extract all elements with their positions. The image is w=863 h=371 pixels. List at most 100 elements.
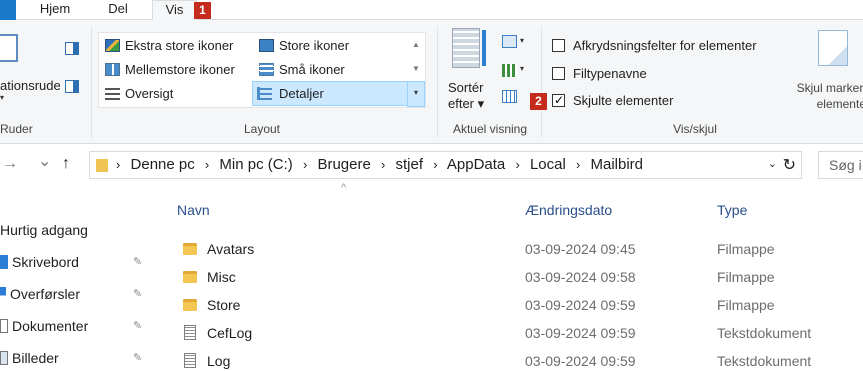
table-row[interactable]: Log 03-09-2024 09:59 Tekstdokument	[155, 351, 863, 371]
layout-item-label: Små ikoner	[279, 62, 345, 77]
file-extensions-option[interactable]: Filtypenavne	[552, 66, 647, 84]
search-input[interactable]: Søg i	[818, 151, 863, 179]
hidden-items-checkbox[interactable]	[552, 92, 565, 108]
pin-icon[interactable]: ✎	[133, 255, 142, 268]
layout-small-icons[interactable]: Små ikoner	[255, 59, 407, 81]
file-tab[interactable]	[0, 0, 16, 20]
pin-icon[interactable]: ✎	[133, 287, 142, 300]
refresh-icon[interactable]: ↻	[783, 155, 796, 175]
gallery-scroll-down-icon[interactable]: ▼	[407, 57, 425, 81]
breadcrumb-item[interactable]: Local	[530, 156, 566, 173]
navigation-pane: Hurtig adgang Skrivebord ✎ Overførsler ✎…	[0, 185, 155, 371]
layout-extra-large-icons[interactable]: Ekstra store ikoner	[101, 35, 251, 57]
layout-item-label: Mellemstore ikoner	[125, 62, 235, 77]
file-date: 03-09-2024 09:59	[525, 325, 636, 341]
file-type: Tekstdokument	[717, 325, 812, 341]
breadcrumb-item[interactable]: Denne pc	[131, 156, 195, 173]
layout-large-icons[interactable]: Store ikoner	[255, 35, 407, 57]
address-dropdown-icon[interactable]: ⌄	[768, 157, 777, 170]
breadcrumb-separator[interactable]: ›	[116, 157, 120, 172]
nav-item-pictures[interactable]: Billeder	[0, 347, 59, 369]
layout-details-selected[interactable]: Detaljer	[252, 81, 408, 106]
gallery-scroll-up-icon[interactable]: ▲	[407, 33, 425, 57]
breadcrumb-separator[interactable]: ›	[433, 157, 437, 172]
layout-item-label: Oversigt	[125, 86, 174, 101]
navigation-pane-dropdown-icon[interactable]: ▾	[0, 93, 4, 102]
breadcrumb-separator[interactable]: ›	[205, 157, 209, 172]
file-extensions-label: Filtypenavne	[573, 66, 647, 81]
breadcrumb-item[interactable]: Mailbird	[591, 156, 644, 173]
nav-item-documents[interactable]: Dokumenter	[0, 315, 88, 337]
up-arrow-icon[interactable]: ↑	[62, 155, 70, 173]
tab-del[interactable]: Del	[100, 0, 136, 20]
layout-medium-icons[interactable]: Mellemstore ikoner	[101, 59, 251, 81]
nav-item-label: Billeder	[12, 350, 59, 366]
layout-item-label: Store ikoner	[279, 38, 350, 53]
breadcrumb-item[interactable]: Min pc (C:)	[219, 156, 292, 173]
tab-hjem[interactable]: Hjem	[31, 0, 79, 20]
sort-by-button[interactable]: Sortér efter ▾	[448, 80, 484, 112]
file-list: ^ Navn Ændringsdato Type Avatars 03-09-2…	[155, 182, 863, 371]
table-row[interactable]: CefLog 03-09-2024 09:59 Tekstdokument	[155, 323, 863, 346]
file-date: 03-09-2024 09:58	[525, 269, 636, 285]
item-checkboxes-option[interactable]: Afkrydsningsfelter for elementer	[552, 38, 757, 56]
extra-large-icons-icon	[105, 39, 120, 52]
breadcrumb-separator[interactable]: ›	[576, 157, 580, 172]
add-columns-icon[interactable]	[502, 64, 517, 77]
navigation-pane-label[interactable]: ationsrude	[0, 78, 61, 93]
breadcrumb-item[interactable]: AppData	[447, 156, 505, 173]
preview-pane-icon[interactable]	[65, 42, 79, 55]
table-row[interactable]: Misc 03-09-2024 09:58 Filmappe	[155, 267, 863, 290]
ribbon-separator	[437, 26, 438, 138]
group-label-current-view: Aktuel visning	[452, 122, 528, 136]
pictures-icon	[0, 351, 8, 365]
table-row[interactable]: Avatars 03-09-2024 09:45 Filmappe	[155, 239, 863, 262]
pin-icon[interactable]: ✎	[133, 351, 142, 364]
sort-by-icon[interactable]	[452, 28, 480, 68]
add-columns-dropdown-icon[interactable]: ▾	[520, 64, 524, 73]
breadcrumb-separator[interactable]: ›	[303, 157, 307, 172]
layout-item-label: Detaljer	[279, 86, 324, 101]
group-by-dropdown-icon[interactable]: ▾	[520, 36, 524, 45]
group-label-show-hide: Vis/skjul	[673, 122, 717, 136]
hide-selected-items-icon[interactable]	[818, 30, 848, 66]
item-checkboxes-checkbox[interactable]	[552, 39, 565, 52]
recent-locations-icon[interactable]: ⌄	[38, 151, 51, 171]
file-name: Log	[207, 353, 231, 369]
folder-icon	[183, 243, 197, 255]
hidden-items-label: Skjulte elementer	[573, 93, 674, 108]
navigation-pane-icon[interactable]	[0, 34, 18, 62]
breadcrumb-separator[interactable]: ›	[515, 157, 519, 172]
nav-item-label: Dokumenter	[12, 318, 89, 334]
breadcrumb-item[interactable]: Brugere	[317, 156, 370, 173]
breadcrumb-item[interactable]: stjef	[396, 156, 424, 173]
layout-list[interactable]: Oversigt	[101, 83, 251, 105]
pin-icon[interactable]: ✎	[133, 319, 142, 332]
layout-item-label: Ekstra store ikoner	[125, 38, 234, 53]
tab-vis[interactable]: Vis	[152, 0, 197, 21]
size-columns-to-fit-icon[interactable]	[502, 90, 517, 103]
layout-gallery: Ekstra store ikoner Mellemstore ikoner O…	[98, 32, 426, 108]
hide-selected-items-button[interactable]: Skjul markere elementer	[780, 80, 863, 112]
column-header-date[interactable]: Ændringsdato	[525, 202, 612, 218]
nav-item-downloads[interactable]: Overførsler	[0, 283, 80, 305]
column-header-name[interactable]: Navn	[177, 202, 210, 218]
download-icon	[0, 287, 6, 301]
breadcrumb-separator[interactable]: ›	[381, 157, 385, 172]
forward-arrow-icon[interactable]: →	[2, 155, 18, 173]
small-icons-icon	[259, 63, 274, 76]
group-by-icon[interactable]	[502, 35, 517, 48]
file-extensions-checkbox[interactable]	[552, 67, 565, 80]
column-header-type[interactable]: Type	[717, 202, 747, 218]
text-document-icon	[184, 353, 196, 368]
table-row[interactable]: Store 03-09-2024 09:59 Filmappe	[155, 295, 863, 318]
details-pane-icon[interactable]	[65, 80, 79, 93]
hidden-items-option[interactable]: Skjulte elementer	[552, 92, 674, 111]
nav-item-desktop[interactable]: Skrivebord	[0, 251, 79, 273]
gallery-expand-icon[interactable]: ▾	[407, 81, 425, 107]
nav-item-quick-access[interactable]: Hurtig adgang	[0, 219, 88, 241]
address-bar[interactable]: › Denne pc › Min pc (C:) › Brugere › stj…	[89, 151, 802, 179]
hide-selected-label-line2: elementer	[816, 97, 863, 111]
nav-item-label: Hurtig adgang	[0, 222, 88, 238]
callout-badge-1: 1	[194, 2, 211, 19]
